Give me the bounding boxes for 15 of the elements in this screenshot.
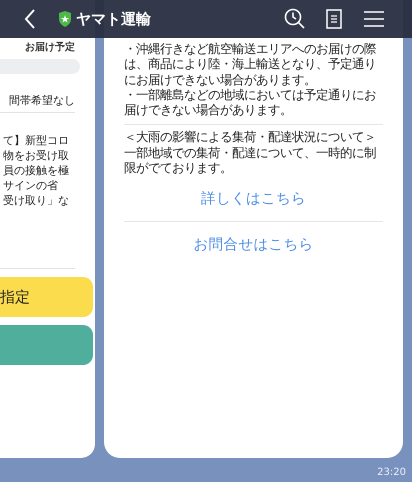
info-link[interactable]: お問合せはこちら	[194, 235, 314, 254]
notice-paragraph: ・沖縄行きなど航空輸送エリアへのお届けの際 は、商品により陸・海上輸送となり、予定通り にお届けできない場合があります。 ・一部離島などの地域においては予定通りにお 届けできない場合があります。	[124, 42, 377, 118]
specify-button[interactable]: 指定	[0, 277, 93, 317]
back-icon[interactable]	[24, 9, 36, 29]
time-slot-text: 間帯希望なし	[9, 94, 75, 108]
delivery-label: お届け予定	[25, 40, 75, 54]
timestamp: 23:20	[377, 467, 406, 478]
document-icon[interactable]	[326, 9, 342, 29]
window-title: ヤマト運輸	[76, 10, 151, 28]
menu-icon[interactable]	[364, 11, 384, 27]
info-link[interactable]: 詳しくはこちら	[201, 189, 306, 208]
search-icon[interactable]	[284, 8, 306, 30]
notice-paragraph: ＜大雨の影響による集荷・配達状況について＞ 一部地域での集荷・配達について、一時的に制 限がでております。	[124, 130, 377, 176]
shield-icon	[58, 11, 72, 27]
notice-paragraph: て】新型コロ 物をお受け取 員の接触を極 サインの省 受け取り」な	[3, 133, 70, 208]
